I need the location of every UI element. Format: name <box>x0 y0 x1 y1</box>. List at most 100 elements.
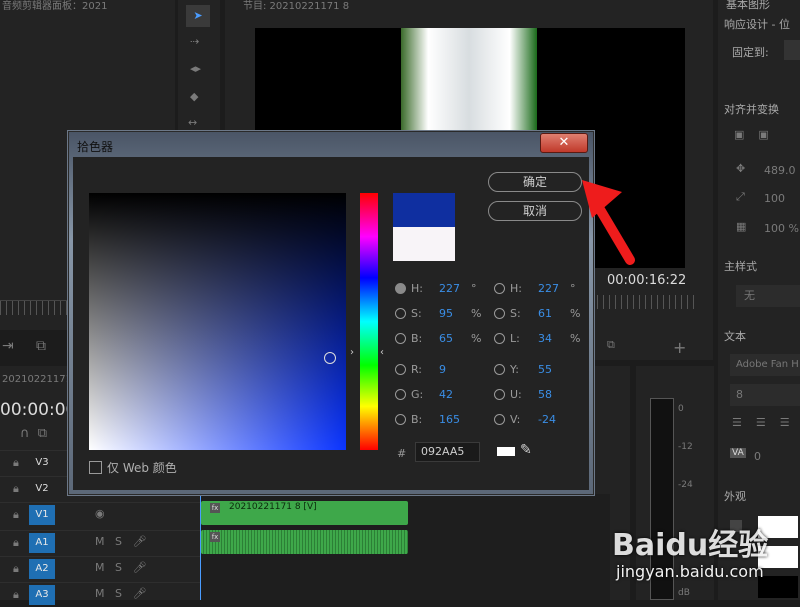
yuv-v-value[interactable]: -24 <box>538 413 570 426</box>
rgb-g-value[interactable]: 42 <box>439 388 471 401</box>
hsb-b-row[interactable]: B: 65 % <box>395 331 481 345</box>
meter-tick: 0 <box>678 404 684 414</box>
radio-yuv-y[interactable] <box>494 363 505 375</box>
radio-hsb-s[interactable] <box>395 307 406 319</box>
rgb-b-row[interactable]: B: 165 <box>395 412 471 426</box>
saturation-brightness-field[interactable] <box>89 193 346 450</box>
shadow-swatch[interactable] <box>758 576 798 598</box>
hsl-h-value[interactable]: 227 <box>538 282 570 295</box>
track-row: 🔒︎ A1 M S 🎤︎ <box>0 530 200 555</box>
hue-handle-right-icon[interactable]: ‹ <box>380 347 384 358</box>
hsl-s-value[interactable]: 61 <box>538 307 570 320</box>
annotation-arrow <box>582 180 635 265</box>
track-select-icon[interactable]: ⇢ <box>190 35 199 48</box>
align-icon[interactable]: ▣ ▣ <box>734 128 769 141</box>
track-label[interactable]: V3 <box>29 453 55 473</box>
radio-rgb-b[interactable] <box>395 413 406 425</box>
close-button[interactable]: ✕ <box>540 133 588 153</box>
align-text-icons[interactable]: ☰ ☰ ☰ <box>732 416 790 429</box>
hsl-h-row[interactable]: H: 227 ° <box>494 281 576 295</box>
yuv-v-row[interactable]: V: -24 <box>494 412 570 426</box>
radio-hsb-b[interactable] <box>395 332 406 344</box>
track-label[interactable]: A3 <box>29 585 55 605</box>
mute-solo[interactable]: M S 🎤︎ <box>95 535 146 548</box>
meter-tick: dB <box>678 588 690 598</box>
hsb-h-value[interactable]: 227 <box>439 282 471 295</box>
add-button-icon[interactable]: + <box>673 338 686 357</box>
web-colors-checkbox[interactable] <box>89 461 102 474</box>
rgb-r-row[interactable]: R: 9 <box>395 362 471 376</box>
hsb-b-value[interactable]: 65 <box>439 332 471 345</box>
radio-hsl-l[interactable] <box>494 332 505 344</box>
track-label[interactable]: A2 <box>29 559 55 579</box>
meter-tick: -24 <box>678 480 693 490</box>
track-row: 🔒︎ A2 M S 🎤︎ <box>0 556 200 581</box>
hsb-h-unit: ° <box>471 281 477 295</box>
video-clip[interactable]: fx 20210221171 8 [V] <box>201 501 408 525</box>
master-style-label: 主样式 <box>724 260 757 273</box>
hsb-h-row[interactable]: H: 227 ° <box>395 281 477 295</box>
selection-tool-icon[interactable]: ➤ <box>186 5 210 27</box>
lock-icon[interactable]: 🔒︎ <box>13 562 19 576</box>
radio-rgb-g[interactable] <box>395 388 406 400</box>
razor-icon[interactable]: ◆ <box>190 90 198 103</box>
yuv-y-label: Y: <box>510 362 519 376</box>
lock-icon[interactable]: 🔒︎ <box>13 482 19 496</box>
radio-yuv-v[interactable] <box>494 413 505 425</box>
ripple-edit-icon[interactable]: ◂▸ <box>190 62 201 75</box>
slip-icon[interactable]: ↔ <box>188 116 197 129</box>
hsb-s-row[interactable]: S: 95 % <box>395 306 481 320</box>
opacity-value[interactable]: 100 % <box>764 222 799 235</box>
master-style-dropdown[interactable]: 无 <box>736 285 800 307</box>
color-picker-cursor[interactable] <box>324 352 336 364</box>
track-row: 🔒︎ V1 ◉ <box>0 502 200 527</box>
mute-solo[interactable]: M S 🎤︎ <box>95 587 146 600</box>
yuv-u-row[interactable]: U: 58 <box>494 387 570 401</box>
track-label[interactable]: A1 <box>29 533 55 553</box>
cancel-button[interactable]: 取消 <box>488 201 582 221</box>
radio-hsl-s[interactable] <box>494 307 505 319</box>
hue-slider[interactable] <box>360 193 378 450</box>
yuv-y-value[interactable]: 55 <box>538 363 570 376</box>
rgb-r-value[interactable]: 9 <box>439 363 471 376</box>
radio-yuv-u[interactable] <box>494 388 505 400</box>
pin-to-label: 固定到: <box>732 46 769 59</box>
radio-hsb-h[interactable] <box>395 282 406 294</box>
watermark-logo: Baidu经验 <box>612 520 768 564</box>
pin-to-dropdown[interactable] <box>784 40 800 60</box>
position-value[interactable]: 489.0 <box>764 164 796 177</box>
hsl-l-unit: % <box>570 331 581 345</box>
ok-button[interactable]: 确定 <box>488 172 582 192</box>
hsl-s-row[interactable]: S: 61 % <box>494 306 580 320</box>
radio-hsl-h[interactable] <box>494 282 505 294</box>
hsl-l-row[interactable]: L: 34 % <box>494 331 580 345</box>
mute-solo[interactable]: M S 🎤︎ <box>95 561 146 574</box>
scale-value[interactable]: 100 <box>764 192 785 205</box>
hsl-l-value[interactable]: 34 <box>538 332 570 345</box>
lock-icon[interactable]: 🔒︎ <box>13 508 19 522</box>
tracking-value[interactable]: 0 <box>754 450 761 463</box>
eyedropper-icon[interactable]: ✎ <box>520 442 532 458</box>
hex-input[interactable]: 092AA5 <box>415 442 480 462</box>
lock-icon[interactable]: 🔒︎ <box>13 536 19 550</box>
hsb-s-value[interactable]: 95 <box>439 307 471 320</box>
lock-icon[interactable]: 🔒︎ <box>13 456 19 470</box>
export-frame-icon[interactable]: ⧉ <box>607 338 615 352</box>
track-label[interactable]: V2 <box>29 479 55 499</box>
snap-icon[interactable]: ∩ ⧉ <box>20 426 47 441</box>
audio-clip[interactable]: fx <box>201 530 408 554</box>
hue-handle-left-icon[interactable]: › <box>350 347 354 358</box>
font-size-dropdown[interactable]: 8 <box>730 384 800 406</box>
playhead-time: 00:00:16:22 <box>607 273 687 288</box>
old-color-swatch[interactable] <box>393 227 455 261</box>
radio-rgb-r[interactable] <box>395 363 406 375</box>
font-dropdown[interactable]: Adobe Fan H <box>730 354 800 376</box>
hsb-s-label: S: <box>411 306 422 320</box>
yuv-y-row[interactable]: Y: 55 <box>494 362 570 376</box>
eye-icon[interactable]: ◉ <box>95 507 105 520</box>
rgb-b-value[interactable]: 165 <box>439 413 471 426</box>
track-label[interactable]: V1 <box>29 505 55 525</box>
rgb-g-row[interactable]: G: 42 <box>395 387 471 401</box>
yuv-u-value[interactable]: 58 <box>538 388 570 401</box>
dialog-titlebar[interactable]: 拾色器 ✕ <box>69 132 593 158</box>
